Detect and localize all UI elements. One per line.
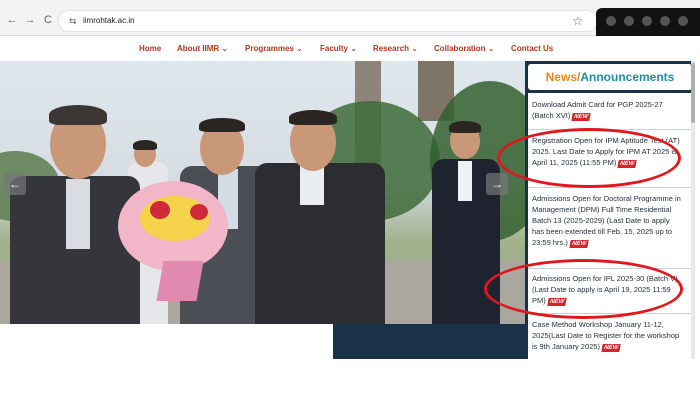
back-icon[interactable]: ← <box>6 14 18 26</box>
scrollbar-thumb[interactable] <box>691 63 695 123</box>
hero-carousel-image: ← → <box>0 61 525 324</box>
reload-icon[interactable]: C <box>42 14 54 26</box>
news-item[interactable]: Download Admit Card for PGP 2025-27 (Bat… <box>532 99 682 121</box>
news-title-part1: News/ <box>545 70 581 84</box>
bouquet-wrap <box>156 261 204 301</box>
bookmark-star-icon[interactable]: ☆ <box>572 14 583 28</box>
bouquet-rose <box>150 201 170 219</box>
bouquet-rose <box>190 204 208 220</box>
nav-collaboration[interactable]: Collaboration ⌄ <box>434 44 494 53</box>
nav-faculty[interactable]: Faculty ⌄ <box>320 44 357 53</box>
browser-toolbar: ← → C ⇆ iimrohtak.ac.in ☆ <box>0 0 700 36</box>
nav-contact[interactable]: Contact Us <box>511 44 553 53</box>
activate-windows-subtext: Go to Settings to activate Windows. <box>560 339 647 345</box>
news-panel-base <box>333 324 525 359</box>
new-badge: NEW <box>571 113 592 121</box>
extensions-area <box>596 8 700 36</box>
news-item-link[interactable]: Admissions Open for Doctoral Programme i… <box>532 194 681 247</box>
page: ← → C ⇆ iimrohtak.ac.in ☆ Home About IIM… <box>0 0 700 400</box>
site-navigation: Home About IIMR ⌄ Programmes ⌄ Faculty ⌄… <box>0 37 700 61</box>
activate-windows-watermark: Activate Windows <box>550 327 614 336</box>
annotation-circle <box>484 259 683 319</box>
forward-icon[interactable]: → <box>24 14 36 26</box>
menu-icon[interactable] <box>678 16 688 26</box>
url-text[interactable]: iimrohtak.ac.in <box>83 16 135 25</box>
nav-about[interactable]: About IIMR ⌄ <box>177 44 228 53</box>
nav-home[interactable]: Home <box>139 44 161 53</box>
carousel-prev-button[interactable]: ← <box>4 173 26 195</box>
new-badge: NEW <box>601 344 621 352</box>
page-scrollbar[interactable] <box>691 61 695 359</box>
news-title-part2: Announcements <box>580 70 675 84</box>
carousel-next-button[interactable]: → <box>486 173 508 195</box>
nav-programmes[interactable]: Programmes ⌄ <box>245 44 303 53</box>
new-badge: NEW <box>569 240 589 248</box>
address-bar[interactable]: ⇆ iimrohtak.ac.in ☆ <box>58 10 598 32</box>
extension-icon[interactable] <box>642 16 652 26</box>
extension-icon[interactable] <box>624 16 634 26</box>
news-item[interactable]: Admissions Open for Doctoral Programme i… <box>532 193 682 248</box>
site-info-icon[interactable]: ⇆ <box>69 16 77 27</box>
nav-research[interactable]: Research ⌄ <box>373 44 418 53</box>
profile-icon[interactable] <box>660 16 670 26</box>
news-panel-title: News/Announcements <box>528 64 692 90</box>
annotation-circle <box>497 128 681 188</box>
extension-icon[interactable] <box>606 16 616 26</box>
news-item-link[interactable]: Download Admit Card for PGP 2025-27 (Bat… <box>532 100 663 120</box>
